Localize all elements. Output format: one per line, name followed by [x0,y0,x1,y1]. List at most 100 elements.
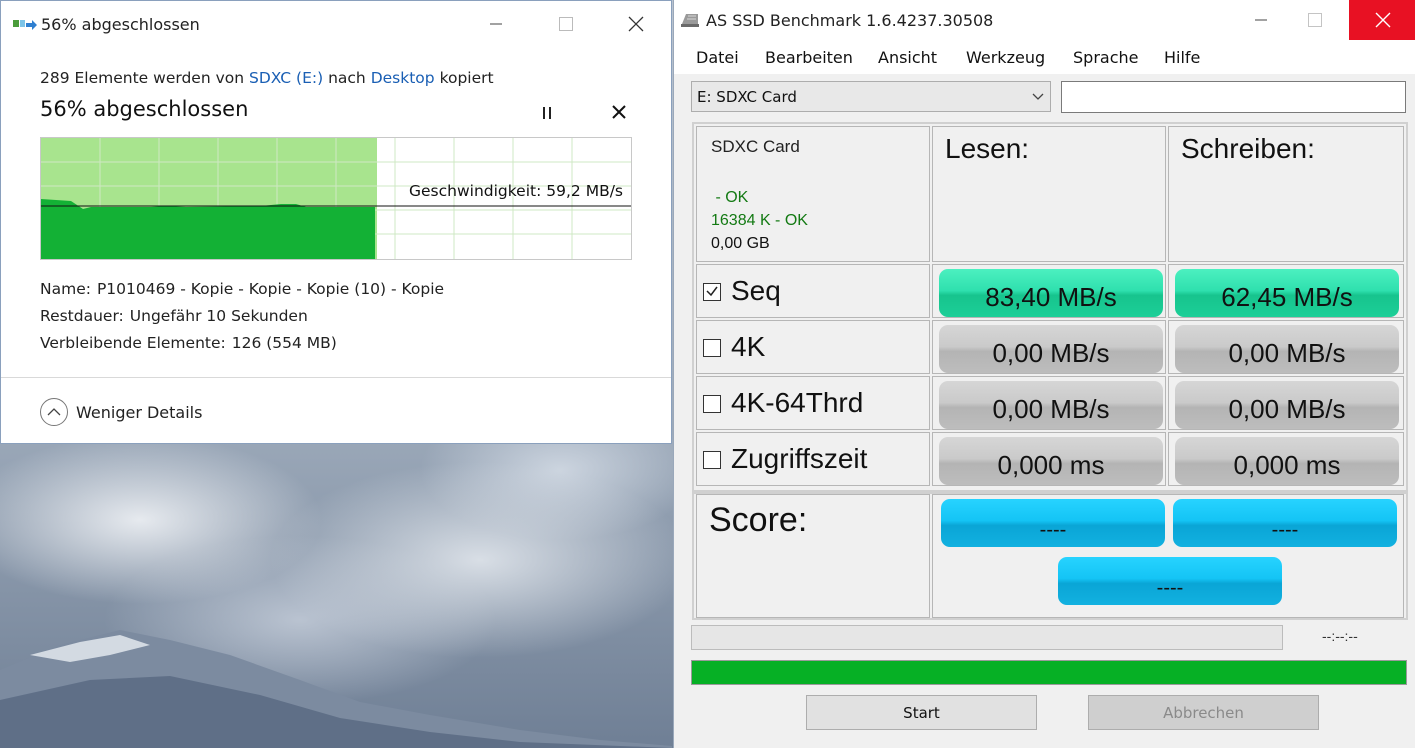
minimize-button[interactable] [473,1,519,47]
info-suffix: kopiert [439,69,494,87]
detail-remaining-time: Restdauer: Ungefähr 10 Sekunden [40,307,308,325]
access-label: Zugriffszeit [731,443,868,474]
read-header-cell: Lesen: [932,126,1166,262]
copy-titlebar: 56% abgeschlossen [1,1,671,49]
drive-select[interactable]: E: SDXC Card [691,81,1051,112]
seq-write-value: 62,45 MB/s [1175,269,1399,317]
destination-link[interactable]: Desktop [371,69,435,87]
alignment-status: 16384 K - OK [711,212,808,229]
menu-datei[interactable]: Datei [696,48,739,67]
items-left-label: Verbleibende Elemente: [40,334,226,352]
seq-write-cell: 62,45 MB/s [1168,264,1404,318]
menu-bearbeiten[interactable]: Bearbeiten [765,48,853,67]
pause-button[interactable] [535,102,559,124]
name-label: Name: [40,280,91,298]
elapsed-time: --:--:-- [1322,628,1358,644]
abort-button[interactable]: Abbrechen [1088,695,1319,730]
4k64-checkbox[interactable] [703,395,721,413]
ssd-close-button[interactable] [1349,0,1415,40]
4k-read-cell: 0,00 MB/s [932,320,1166,374]
access-read-value: 0,000 ms [939,437,1163,485]
copy-info-line: 289 Elemente werden von SDXC (E:) nach D… [40,69,494,87]
pause-icon [543,107,551,119]
overall-progress-bar [691,660,1407,685]
ssd-titlebar: AS SSD Benchmark 1.6.4237.30508 [674,0,1415,40]
4k-checkbox[interactable] [703,339,721,357]
check-icon [706,286,718,297]
write-header: Schreiben: [1181,133,1315,164]
drive-info-cell: SDXC Card - OK 16384 K - OK 0,00 GB [696,126,930,262]
score-label-cell: Score: [696,494,930,618]
drive-name: SDXC Card [711,137,800,156]
drive-select-value: E: SDXC Card [697,88,797,106]
score-read-value: ---- [941,499,1165,547]
access-checkbox[interactable] [703,451,721,469]
close-icon [628,16,644,32]
score-total-value: ---- [1058,557,1282,605]
chevron-up-icon [47,408,61,416]
close-icon [612,105,626,119]
row-4k-label-cell: 4K [696,320,930,374]
menu-bar: Datei Bearbeiten Ansicht Werkzeug Sprach… [674,40,1415,74]
4k64-read-cell: 0,00 MB/s [932,376,1166,430]
maximize-icon [559,17,573,31]
read-header: Lesen: [945,133,1030,164]
divider [1,377,671,378]
as-ssd-window: AS SSD Benchmark 1.6.4237.30508 Datei Be… [673,0,1415,748]
menu-ansicht[interactable]: Ansicht [878,48,937,67]
maximize-icon [1308,13,1322,27]
copy-files-icon [13,20,37,30]
4k-read-value: 0,00 MB/s [939,325,1163,373]
copy-progress-window: 56% abgeschlossen 289 Elemente werden vo… [0,0,672,444]
less-details-toggle[interactable]: Weniger Details [40,398,202,426]
info-prefix: 289 Elemente werden von [40,69,245,87]
row-4k64-label-cell: 4K-64Thrd [696,376,930,430]
speed-curve-fill [41,199,375,259]
benchmark-results-panel: SDXC Card - OK 16384 K - OK 0,00 GB Lese… [692,122,1408,620]
4k64-write-cell: 0,00 MB/s [1168,376,1404,430]
ssd-app-icon [681,14,699,27]
ssd-maximize-button[interactable] [1292,0,1338,40]
4k64-label: 4K-64Thrd [731,387,864,418]
drive-info-input[interactable] [1061,81,1406,113]
4k64-write-value: 0,00 MB/s [1175,381,1399,429]
seq-checkbox[interactable] [703,283,721,301]
detail-name: Name: P1010469 - Kopie - Kopie - Kopie (1… [40,280,444,298]
progress-heading: 56% abgeschlossen [40,97,249,121]
remaining-value: Ungefähr 10 Sekunden [129,307,308,325]
test-progress-bar [691,625,1283,650]
seq-read-value: 83,40 MB/s [939,269,1163,317]
maximize-button[interactable] [543,1,589,47]
transfer-speed-graph: Geschwindigkeit: 59,2 MB/s [40,137,632,260]
chevron-up-button[interactable] [40,398,68,426]
chevron-down-icon [1032,93,1044,100]
ssd-window-title: AS SSD Benchmark 1.6.4237.30508 [706,11,994,30]
menu-werkzeug[interactable]: Werkzeug [966,48,1045,67]
minimize-icon [1255,19,1267,21]
drive-size: 0,00 GB [711,235,770,252]
menu-hilfe[interactable]: Hilfe [1164,48,1200,67]
speed-label: Geschwindigkeit: 59,2 MB/s [409,182,623,200]
cancel-copy-button[interactable] [607,100,631,124]
minimize-icon [490,23,502,25]
info-mid: nach [328,69,366,87]
detail-items-left: Verbleibende Elemente: 126 (554 MB) [40,334,337,352]
start-button[interactable]: Start [806,695,1037,730]
ssd-minimize-button[interactable] [1238,0,1284,40]
seq-label: Seq [731,275,781,306]
row-access-label-cell: Zugriffszeit [696,432,930,486]
less-details-label: Weniger Details [76,402,203,422]
4k64-read-value: 0,00 MB/s [939,381,1163,429]
close-icon [1375,12,1390,28]
access-write-value: 0,000 ms [1175,437,1399,485]
menu-sprache[interactable]: Sprache [1073,48,1138,67]
close-button[interactable] [613,1,659,47]
source-link[interactable]: SDXC (E:) [249,69,323,87]
4k-write-cell: 0,00 MB/s [1168,320,1404,374]
mountain-image [0,630,672,748]
seq-read-cell: 83,40 MB/s [932,264,1166,318]
score-write-value: ---- [1173,499,1397,547]
4k-label: 4K [731,331,766,362]
4k-write-value: 0,00 MB/s [1175,325,1399,373]
access-read-cell: 0,000 ms [932,432,1166,486]
